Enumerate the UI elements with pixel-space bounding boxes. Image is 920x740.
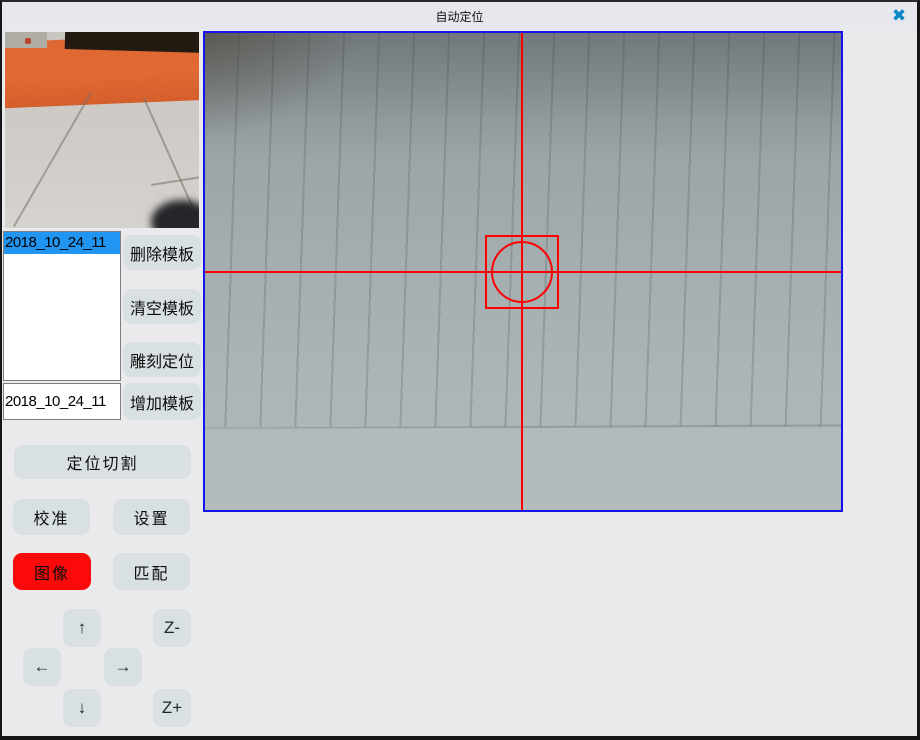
match-button[interactable]: 匹配: [113, 553, 190, 590]
add-template-button[interactable]: 增加模板: [123, 383, 201, 420]
dialog-title: 自动定位: [2, 2, 917, 30]
close-icon[interactable]: ✖: [887, 4, 911, 28]
delete-template-button[interactable]: 删除模板: [123, 235, 201, 270]
template-name-input[interactable]: [3, 383, 121, 420]
template-list-item[interactable]: 2018_10_24_11: [4, 232, 120, 254]
auto-position-dialog: 自动定位 ✖ 2018_10_24_11 删除模板 清空模板 雕刻定位 增加模板…: [0, 0, 920, 740]
calibrate-button[interactable]: 校准: [13, 499, 90, 535]
target-circle-overlay: [491, 241, 553, 303]
position-cut-button[interactable]: 定位切割: [14, 445, 191, 479]
template-thumbnail: [5, 32, 199, 228]
jog-right-button[interactable]: →: [104, 648, 142, 686]
jog-left-button[interactable]: ←: [23, 648, 61, 686]
clear-templates-button[interactable]: 清空模板: [123, 289, 201, 324]
engrave-position-button[interactable]: 雕刻定位: [123, 342, 201, 377]
camera-live-view[interactable]: [203, 31, 843, 512]
jog-z-minus-button[interactable]: Z-: [153, 609, 191, 647]
camera-bottom-area: [205, 428, 841, 510]
image-button[interactable]: 图像: [13, 553, 91, 590]
thumbnail-dark-object: [151, 200, 199, 228]
template-list[interactable]: 2018_10_24_11: [3, 231, 121, 381]
title-bar: 自动定位 ✖: [2, 2, 917, 30]
settings-button[interactable]: 设置: [113, 499, 190, 535]
jog-down-button[interactable]: ↓: [63, 689, 101, 727]
jog-up-button[interactable]: ↑: [63, 609, 101, 647]
thumbnail-tile-line: [151, 176, 199, 186]
jog-z-plus-button[interactable]: Z+: [153, 689, 191, 727]
thumbnail-red-speck: [25, 38, 31, 44]
thumbnail-tile-line: [13, 92, 92, 227]
